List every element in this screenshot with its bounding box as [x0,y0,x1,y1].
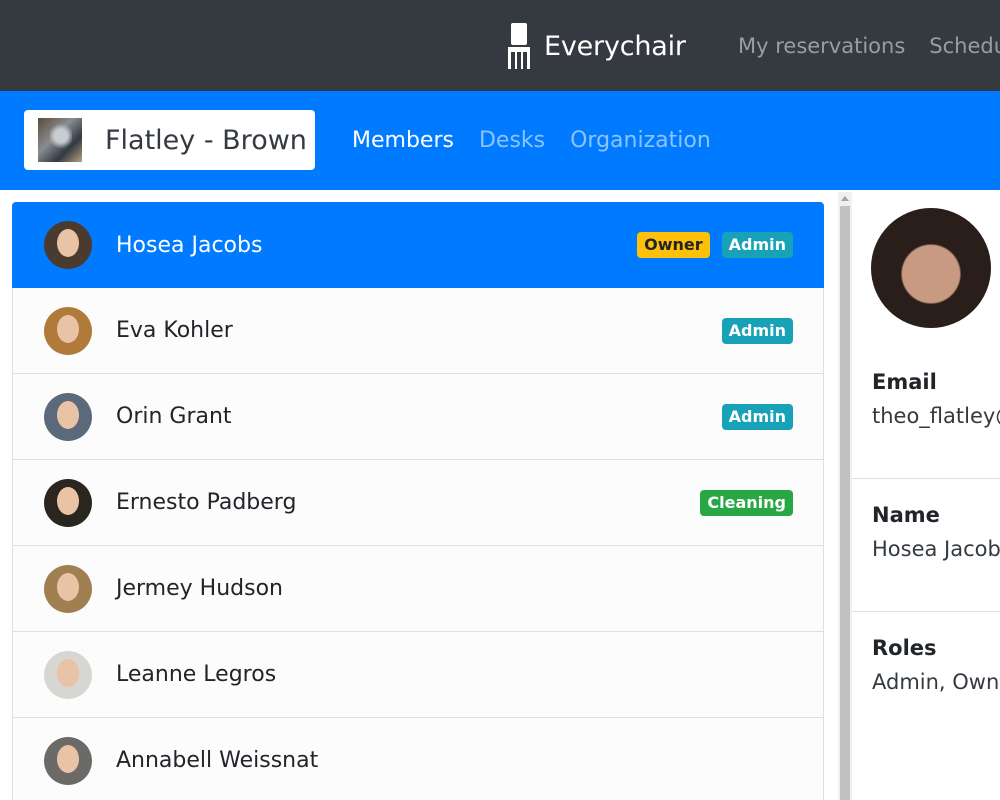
owner-badge: Owner [637,232,710,258]
name-value: Hosea Jacobs [872,537,1000,561]
member-row[interactable]: Annabell Weissnat [12,718,824,800]
roles-field: Roles Admin, Owner [872,636,1000,694]
member-badges: Admin [710,403,793,430]
avatar [44,478,92,527]
tab-members[interactable]: Members [352,128,454,153]
roles-value: Admin, Owner [872,670,1000,694]
avatar [44,392,92,441]
roles-label: Roles [872,636,937,660]
admin-badge: Admin [721,317,793,344]
member-detail-panel: Email theo_flatley@ Name Hosea Jacobs Ro… [852,192,1000,800]
member-row[interactable]: Jermey Hudson [12,546,824,632]
scroll-up-icon[interactable] [841,196,849,201]
brand-name: Everychair [544,30,686,62]
name-label: Name [872,503,940,527]
avatar [44,650,92,699]
member-name: Hosea Jacobs [116,232,263,258]
email-label: Email [872,370,937,394]
brand[interactable]: Everychair [506,22,686,70]
member-badges: Owner Admin [625,232,793,258]
nav-schedule[interactable]: Schedule [929,34,1000,58]
admin-badge: Admin [721,403,793,430]
divider [852,611,1000,612]
org-tabs: Members Desks Organization [352,128,736,153]
top-navbar: Everychair My reservations Schedule [0,0,1000,91]
top-nav: My reservations Schedule [738,34,1000,58]
avatar [44,736,92,785]
nav-my-reservations[interactable]: My reservations [738,34,905,58]
member-list: Hosea Jacobs Owner Admin Eva Kohler Admi… [12,202,824,800]
list-scrollbar[interactable] [838,192,852,800]
member-row[interactable]: Orin Grant Admin [12,374,824,460]
member-name: Eva Kohler [116,318,233,343]
org-name: Flatley - Brown [105,124,307,156]
member-row[interactable]: Ernesto Padberg Cleaning [12,460,824,546]
divider [852,478,1000,479]
member-name: Annabell Weissnat [116,748,319,773]
member-badges: Cleaning [688,489,793,516]
member-row[interactable]: Eva Kohler Admin [12,288,824,374]
avatar [44,306,92,355]
member-row[interactable]: Hosea Jacobs Owner Admin [12,202,824,288]
member-name: Orin Grant [116,404,232,429]
member-row[interactable]: Leanne Legros [12,632,824,718]
email-field: Email theo_flatley@ [872,370,1000,428]
tab-organization[interactable]: Organization [570,128,711,153]
scroll-thumb[interactable] [840,206,850,800]
name-field: Name Hosea Jacobs [872,503,1000,561]
detail-avatar [871,208,991,328]
tab-desks[interactable]: Desks [479,128,545,153]
member-badges: Admin [710,317,793,344]
email-value: theo_flatley@ [872,404,1000,428]
member-name: Ernesto Padberg [116,490,297,515]
avatar [44,564,92,613]
admin-badge: Admin [721,232,793,258]
member-name: Jermey Hudson [116,576,283,601]
avatar [44,221,92,269]
cleaning-badge: Cleaning [700,489,793,516]
member-name: Leanne Legros [116,662,277,687]
org-logo [38,118,82,162]
org-navbar: Flatley - Brown Members Desks Organizati… [0,91,1000,190]
chair-icon [508,23,530,69]
org-switcher[interactable]: Flatley - Brown [24,110,315,170]
